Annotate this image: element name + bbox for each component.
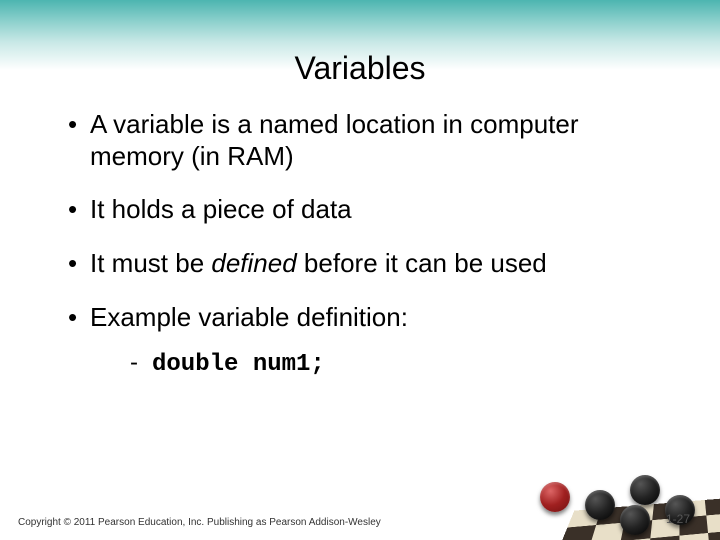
bullet-prefix: It must be (90, 248, 211, 278)
checker-piece-icon (585, 490, 615, 520)
slide-title: Variables (50, 50, 670, 87)
bullet-item: It holds a piece of data (68, 194, 670, 226)
checker-piece-icon (630, 475, 660, 505)
bullet-item: It must be defined before it can be used (68, 248, 670, 280)
bullet-item: Example variable definition: double num1… (68, 302, 670, 379)
bullet-text: A variable is a named location in comput… (90, 109, 579, 171)
copyright-footer: Copyright © 2011 Pearson Education, Inc.… (18, 517, 381, 528)
checker-piece-icon (540, 482, 570, 512)
slide-content: Variables A variable is a named location… (0, 0, 720, 379)
checker-piece-icon (620, 505, 650, 535)
bullet-text: It holds a piece of data (90, 194, 352, 224)
bullet-suffix: before it can be used (297, 248, 547, 278)
page-number: 1-27 (666, 512, 690, 526)
sub-list: double num1; (90, 348, 670, 379)
bullet-list: A variable is a named location in comput… (50, 109, 670, 379)
bullet-text: Example variable definition: (90, 302, 408, 332)
checkerboard-decoration (520, 470, 720, 540)
bullet-italic: defined (211, 248, 296, 278)
bullet-item: A variable is a named location in comput… (68, 109, 670, 172)
code-example: double num1; (152, 351, 325, 378)
sub-item: double num1; (130, 348, 670, 379)
